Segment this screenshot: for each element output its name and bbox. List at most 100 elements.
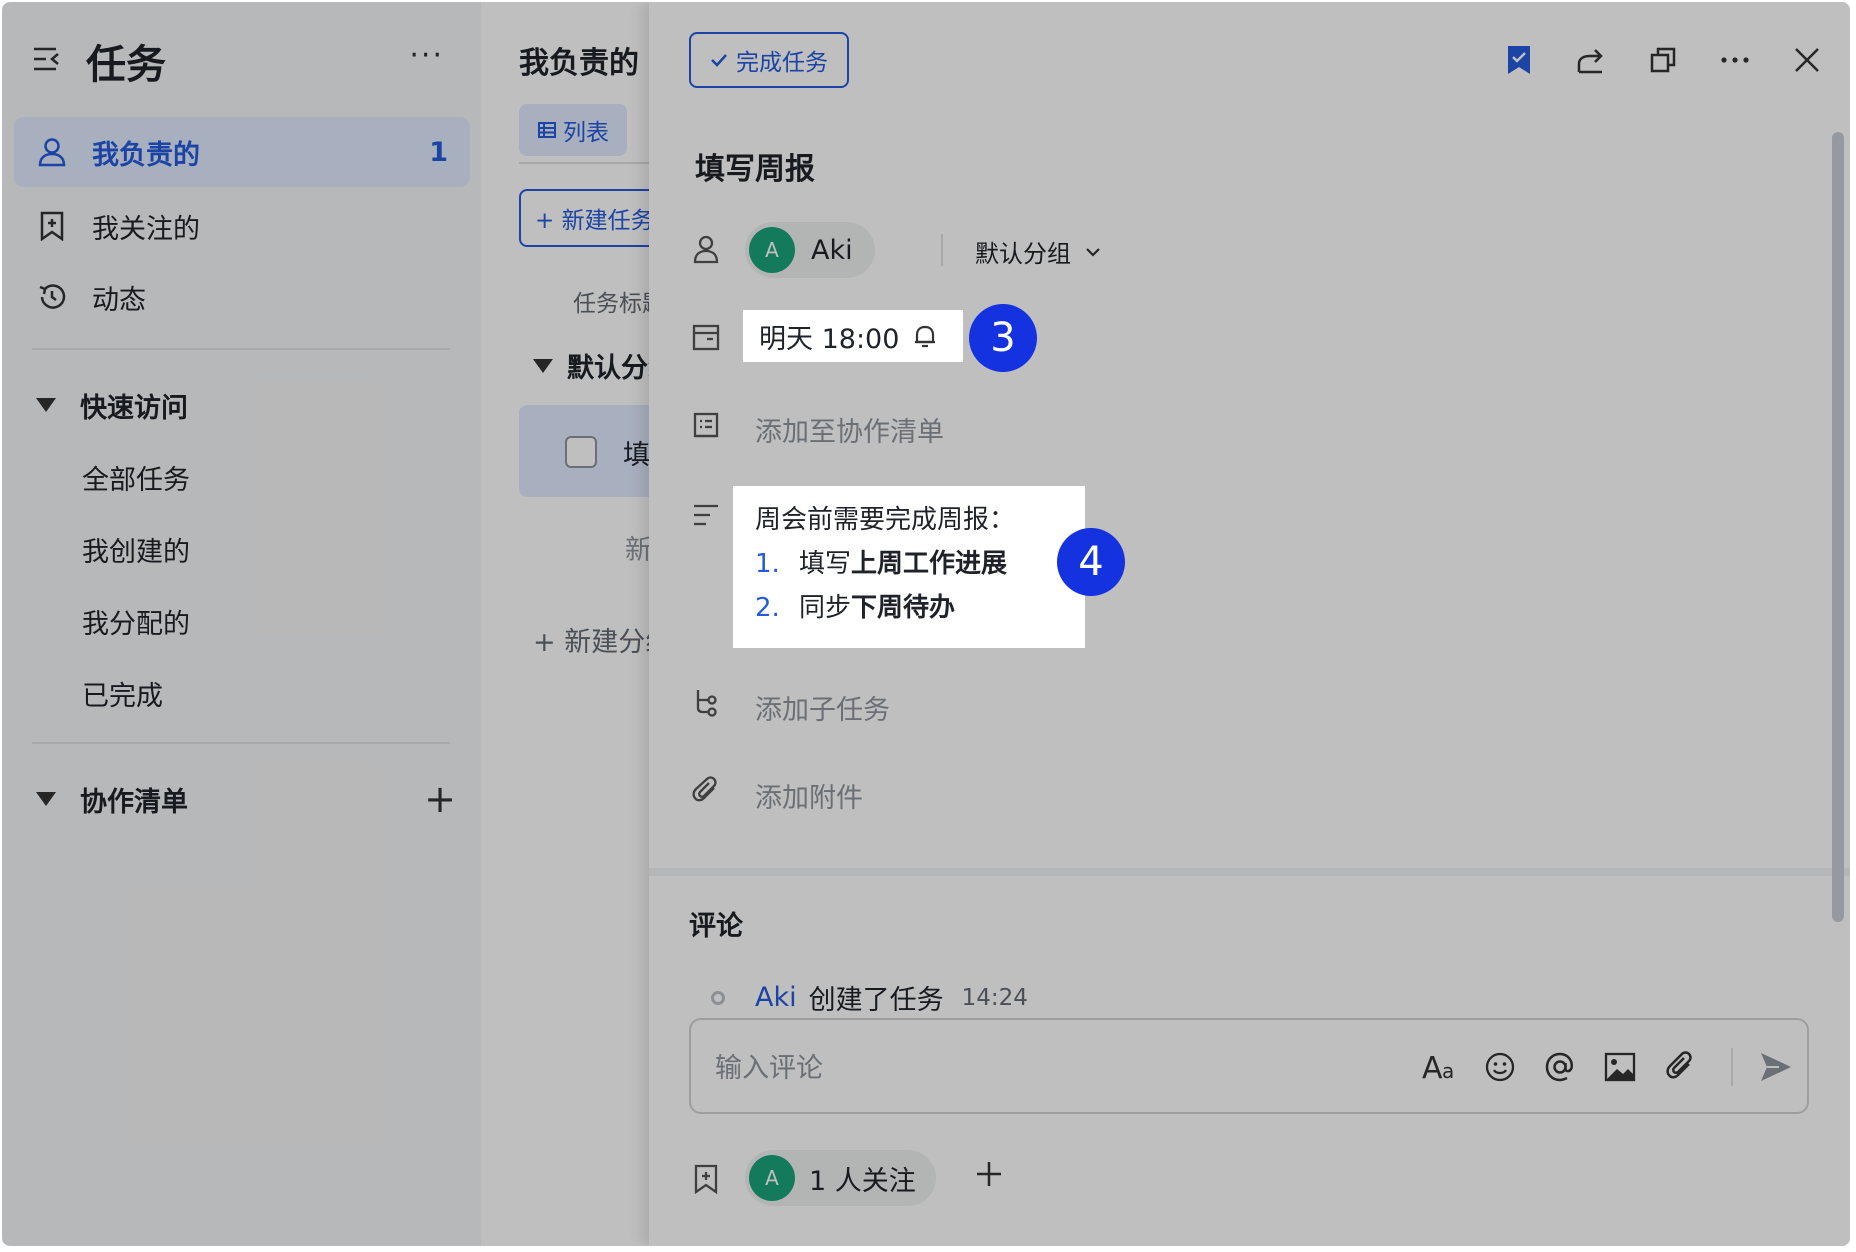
new-task-button[interactable]: + 新建任务: [519, 189, 651, 247]
sidebar-item-completed[interactable]: 已完成: [82, 674, 163, 713]
due-date-value: 明天 18:00: [759, 323, 900, 355]
group-label: 默认分组: [567, 353, 651, 384]
description-item: 1. 填写上周工作进展: [755, 549, 1008, 579]
description-editor[interactable]: 周会前需要完成周报： 1. 填写上周工作进展 2. 同步下周待办: [733, 486, 1085, 648]
quick-access-section[interactable]: 快速访问: [36, 380, 456, 430]
table-icon: [538, 122, 556, 138]
sidebar-item-assigned-by-me[interactable]: 我分配的: [82, 602, 190, 641]
sidebar-item-activity[interactable]: 动态: [14, 262, 470, 332]
section-label: 协作清单: [80, 786, 188, 818]
copy-icon[interactable]: [1645, 42, 1681, 78]
comment-input[interactable]: [715, 1050, 1275, 1086]
sidebar-item-label: 我关注的: [92, 213, 200, 245]
collab-list-section[interactable]: 协作清单 +: [36, 774, 456, 824]
person-icon: [34, 134, 70, 170]
add-subtask[interactable]: 添加子任务: [755, 688, 890, 727]
chevron-down-icon: [1086, 247, 1100, 257]
activity-action: 创建了任务: [808, 985, 944, 1016]
sidebar-item-label: 我负责的: [92, 139, 200, 171]
svg-text:a: a: [1442, 1059, 1454, 1082]
bell-icon[interactable]: [913, 323, 937, 349]
annotation-badge-4: 4: [1057, 528, 1125, 596]
due-date-field[interactable]: 明天 18:00: [743, 310, 963, 362]
follow-bookmark-icon[interactable]: [1501, 42, 1537, 78]
caret-down-icon: [36, 398, 56, 412]
person-icon: [689, 232, 723, 266]
avatar: A: [749, 1155, 795, 1201]
follower-bookmark-icon: [689, 1162, 723, 1196]
inline-new-task[interactable]: 新建任务: [625, 528, 651, 567]
assignee-chip[interactable]: A Aki: [745, 222, 875, 278]
more-icon[interactable]: [1717, 42, 1753, 78]
section-label: 快速访问: [80, 392, 188, 424]
sidebar: 任务 ··· 我负责的 1 我关注的 动态 快速访问 全部任务 我创建的 我分配…: [2, 2, 481, 1246]
attachment-icon[interactable]: [1661, 1048, 1699, 1086]
sidebar-item-all-tasks[interactable]: 全部任务: [82, 458, 190, 497]
calendar-icon: [689, 320, 723, 354]
emoji-icon[interactable]: [1481, 1048, 1519, 1086]
more-options-icon[interactable]: ···: [409, 38, 444, 73]
tab-underline: [519, 162, 651, 164]
followers-chip[interactable]: A 1 人关注: [745, 1150, 936, 1206]
send-icon[interactable]: [1757, 1048, 1795, 1086]
caret-down-icon: [36, 792, 56, 806]
activity-time: 14:24: [961, 984, 1028, 1011]
comments-heading: 评论: [689, 911, 743, 942]
image-icon[interactable]: [1601, 1048, 1639, 1086]
task-checkbox[interactable]: [565, 436, 597, 468]
history-icon: [34, 279, 70, 315]
tab-list-view[interactable]: 列表: [519, 104, 627, 156]
comment-box: Aa: [689, 1018, 1809, 1114]
description-intro: 周会前需要完成周报：: [755, 505, 1016, 535]
scrollbar-thumb[interactable]: [1832, 132, 1844, 922]
activity-entry: Aki 创建了任务 14:24: [711, 978, 1028, 1017]
divider: [32, 348, 450, 350]
complete-task-button[interactable]: 完成任务: [689, 32, 849, 88]
add-follower-icon[interactable]: [967, 1152, 1011, 1196]
followers-count: 1 人关注: [809, 1165, 916, 1197]
column-header-title: 任务标题: [573, 291, 651, 317]
tab-label: 列表: [563, 120, 609, 146]
divider: [1731, 1048, 1733, 1086]
sidebar-item-label: 动态: [92, 284, 146, 316]
activity-user[interactable]: Aki: [755, 982, 797, 1013]
bookmark-icon: [34, 208, 70, 244]
list-icon: [689, 408, 723, 442]
description-icon: [689, 498, 723, 532]
subtask-icon: [689, 686, 723, 720]
task-detail-panel: 完成任务 填写周报 A Aki 默认分组 明天 18:00 3 添加至协作清单 …: [649, 2, 1850, 1246]
sidebar-item-count: 1: [429, 136, 448, 168]
group-default[interactable]: 默认分组: [533, 346, 651, 385]
avatar: A: [749, 227, 795, 273]
add-to-collab-list[interactable]: 添加至协作清单: [755, 410, 944, 449]
mention-icon[interactable]: [1541, 1048, 1579, 1086]
annotation-badge-3: 3: [969, 304, 1037, 372]
task-title[interactable]: 填写周报: [695, 144, 815, 188]
collapse-sidebar-icon[interactable]: [32, 45, 62, 77]
task-row-title: 填写周报: [623, 440, 651, 471]
share-icon[interactable]: [1573, 42, 1609, 78]
assignee-name: Aki: [811, 234, 853, 266]
list-title: 我负责的: [519, 46, 639, 81]
description-item: 2. 同步下周待办: [755, 593, 956, 623]
table-row[interactable]: 填写周报: [519, 405, 651, 497]
sidebar-title: 任务: [86, 42, 166, 88]
group-select[interactable]: 默认分组: [975, 234, 1101, 269]
divider: [941, 234, 943, 266]
caret-down-icon: [533, 358, 553, 373]
sidebar-header: 任务 ···: [32, 32, 452, 90]
add-attachment[interactable]: 添加附件: [755, 776, 863, 815]
sidebar-item-following[interactable]: 我关注的: [14, 191, 470, 261]
add-collab-list-icon[interactable]: +: [424, 777, 456, 821]
new-group-button[interactable]: + 新建分组: [533, 620, 651, 659]
sidebar-item-assigned-to-me[interactable]: 我负责的 1: [14, 117, 470, 187]
text-format-icon[interactable]: Aa: [1421, 1048, 1459, 1086]
divider: [32, 742, 450, 744]
section-separator: [649, 868, 1850, 876]
group-select-value: 默认分组: [975, 240, 1071, 268]
close-icon[interactable]: [1789, 42, 1825, 78]
attachment-icon: [689, 774, 723, 808]
task-list-panel: 我负责的 列表 + 新建任务 任务标题 默认分组 填写周报 新建任务 + 新建分…: [481, 2, 651, 1246]
complete-label: 完成任务: [736, 50, 828, 76]
sidebar-item-created-by-me[interactable]: 我创建的: [82, 530, 190, 569]
